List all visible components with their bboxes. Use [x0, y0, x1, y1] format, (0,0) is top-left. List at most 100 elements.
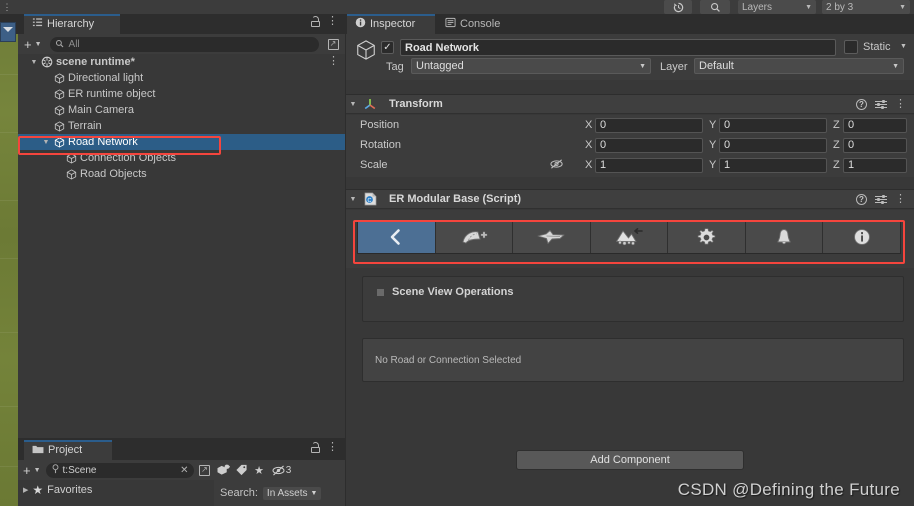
star-icon[interactable]: ★	[252, 462, 267, 478]
chevron-down-icon: ▼	[33, 466, 41, 474]
create-asset-button[interactable]: + ▼	[21, 464, 43, 477]
er-terrain-deform-button[interactable]	[590, 221, 669, 253]
scene-view-dropdown[interactable]	[0, 22, 16, 42]
hierarchy-item-road-network[interactable]: ▼ Road Network	[18, 134, 345, 150]
scene-view-sliver[interactable]	[0, 14, 18, 506]
position-y-field[interactable]: 0	[719, 117, 827, 133]
scene-view-operations-foldout[interactable]: Scene View Operations	[362, 276, 904, 322]
toolbar-search-button[interactable]	[700, 0, 730, 14]
preset-icon[interactable]	[875, 194, 887, 205]
hierarchy-item-terrain[interactable]: Terrain	[18, 118, 345, 134]
gameobject-name-value: Road Network	[405, 41, 479, 54]
static-checkbox[interactable]	[844, 40, 858, 54]
hierarchy-item-directional-light[interactable]: Directional light	[18, 70, 345, 86]
preset-icon[interactable]	[875, 99, 887, 110]
tab-hierarchy[interactable]: Hierarchy	[24, 14, 120, 34]
hidden-packages-icon	[272, 465, 285, 475]
rotation-x-field[interactable]: 0	[595, 137, 703, 153]
rotation-x-value: 0	[600, 139, 607, 151]
er-general-settings-button[interactable]	[358, 221, 436, 253]
project-search-input[interactable]: t:Scene ✕	[45, 462, 194, 478]
panel-divider-vertical[interactable]	[345, 14, 346, 506]
filter-by-label-icon[interactable]	[234, 462, 249, 478]
constrain-proportions-off-icon[interactable]	[550, 158, 564, 170]
kebab-menu-icon[interactable]: ⋮	[895, 193, 906, 205]
gameobject-name-field[interactable]: Road Network	[400, 39, 836, 56]
er-create-connection-button[interactable]	[513, 221, 591, 253]
project-panel: Project ⋮ + ▼ t:Scene ✕ ↗ ★ 3 ▶ ★ Favori…	[18, 440, 345, 506]
layer-dropdown[interactable]: Default ▼	[694, 58, 904, 74]
panel-divider-horizontal[interactable]	[18, 438, 345, 440]
create-gameobject-button[interactable]: + ▼	[22, 38, 44, 51]
search-icon	[53, 37, 67, 51]
tab-project[interactable]: Project	[24, 440, 112, 460]
er-info-button[interactable]	[823, 221, 901, 253]
layout-dropdown[interactable]: 2 by 3 ▼	[822, 0, 910, 14]
filter-by-type-icon[interactable]	[216, 462, 231, 478]
help-icon[interactable]: ?	[856, 193, 867, 205]
tab-console[interactable]: Console	[437, 14, 521, 34]
history-icon-button[interactable]	[664, 0, 692, 14]
add-component-button[interactable]: Add Component	[516, 450, 744, 470]
gameobject-cube-icon	[52, 120, 66, 132]
project-item-favorites[interactable]: ▶ ★ Favorites	[18, 483, 214, 497]
rotation-y-field[interactable]: 0	[719, 137, 827, 153]
twisty-icon[interactable]: ▼	[345, 196, 361, 203]
tag-dropdown[interactable]: Untagged ▼	[411, 58, 651, 74]
gameobject-enabled-checkbox[interactable]: ✓	[381, 41, 394, 54]
search-icon	[51, 464, 60, 476]
kebab-menu-icon[interactable]: ⋮	[328, 56, 339, 67]
twisty-icon[interactable]: ▼	[28, 59, 40, 66]
hierarchy-item-main-camera[interactable]: Main Camera	[18, 102, 345, 118]
transform-component-header[interactable]: ▼ Transform ? ⋮	[345, 94, 914, 114]
tab-console-label: Console	[460, 18, 501, 30]
lock-open-icon[interactable]	[311, 442, 320, 453]
project-search-value: t:Scene	[62, 464, 97, 476]
scene-view-operations-label: Scene View Operations	[392, 286, 514, 298]
axis-z-label: Z	[833, 119, 840, 131]
hierarchy-item-label: Main Camera	[68, 104, 135, 116]
scale-z-field[interactable]: 1	[843, 157, 907, 173]
twisty-icon[interactable]: ▼	[345, 101, 361, 108]
chevron-down-icon[interactable]: ▼	[900, 43, 907, 50]
twisty-icon[interactable]: ▶	[23, 486, 28, 494]
position-z-field[interactable]: 0	[843, 117, 907, 133]
scale-x-value: 1	[600, 159, 607, 171]
toolbar-menu-icon[interactable]: ⋮	[0, 0, 14, 14]
scale-x-field[interactable]: 1	[595, 157, 703, 173]
hierarchy-item-connection-objects[interactable]: Connection Objects	[18, 150, 345, 166]
hierarchy-item-road-objects[interactable]: Road Objects	[18, 166, 345, 182]
hierarchy-item-er-runtime-object[interactable]: ER runtime object	[18, 86, 345, 102]
twisty-icon[interactable]: ▼	[40, 139, 52, 146]
search-scope-dropdown[interactable]: In Assets ▼	[262, 486, 322, 500]
gameobject-cube-icon	[52, 72, 66, 84]
foldout-square-icon[interactable]	[377, 288, 384, 296]
axis-x-label: X	[585, 119, 593, 131]
rotation-z-field[interactable]: 0	[843, 137, 907, 153]
er-modular-base-header[interactable]: ▼ C ER Modular Base (Script) ? ⋮	[345, 189, 914, 209]
expand-window-icon[interactable]: ↗	[197, 462, 213, 478]
scale-y-field[interactable]: 1	[719, 157, 827, 173]
kebab-menu-icon[interactable]: ⋮	[327, 16, 338, 27]
lock-open-icon[interactable]	[311, 16, 320, 27]
layers-dropdown[interactable]: Layers ▼	[738, 0, 816, 14]
expand-window-icon[interactable]: ↗	[325, 36, 341, 52]
layout-dropdown-label: 2 by 3	[826, 1, 854, 13]
er-settings-button[interactable]	[668, 221, 746, 253]
static-label: Static	[863, 41, 891, 53]
clear-x-icon[interactable]: ✕	[180, 465, 188, 476]
rotation-z-value: 0	[848, 139, 855, 151]
er-import-export-button[interactable]	[745, 221, 824, 253]
project-body: ▶ ★ Favorites Search: In Assets ▼	[18, 480, 345, 506]
hierarchy-item-scene-runtime[interactable]: ▼ scene runtime* ⋮	[18, 54, 345, 70]
kebab-menu-icon[interactable]: ⋮	[327, 442, 338, 453]
tab-hierarchy-label: Hierarchy	[47, 18, 95, 30]
er-create-road-button[interactable]	[435, 221, 514, 253]
help-icon[interactable]: ?	[856, 98, 867, 110]
hidden-packages-toggle[interactable]: 3	[270, 462, 294, 478]
layers-dropdown-label: Layers	[742, 1, 773, 13]
position-x-field[interactable]: 0	[595, 117, 703, 133]
tab-inspector[interactable]: Inspector	[347, 14, 435, 34]
hierarchy-search-input[interactable]: All	[49, 36, 319, 52]
kebab-menu-icon[interactable]: ⋮	[895, 98, 906, 110]
